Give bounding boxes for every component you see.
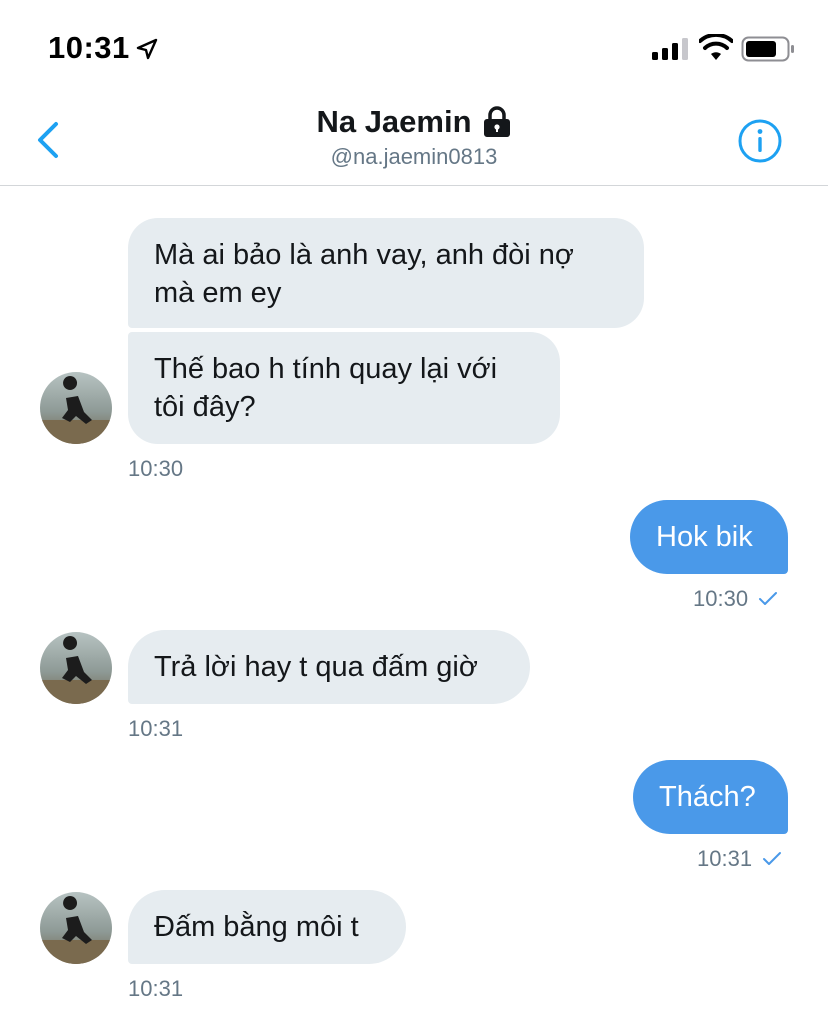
read-check-icon [763,852,782,865]
battery-icon [741,36,794,62]
message-timestamp: 10:30 [128,456,184,481]
conversation-title-block[interactable]: Na Jaemin @na.jaemin0813 [0,104,828,170]
avatar[interactable] [40,892,112,964]
read-check-icon [759,592,778,605]
wifi-icon [699,34,733,60]
message-timestamp: 10:31 [697,846,753,871]
outgoing-message-bubble[interactable]: Hok bik [630,500,788,574]
avatar[interactable] [40,632,112,704]
cellular-signal-icon [652,38,688,60]
incoming-message-bubble[interactable]: Trả lời hay t qua đấm giờ [128,630,530,704]
incoming-message-bubble[interactable]: Mà ai bảo là anh vay, anh đòi nợ mà em e… [128,218,644,328]
message-text: Trả lời hay t qua đấm giờ [154,651,478,683]
contact-name: Na Jaemin [316,104,472,139]
message-timestamp: 10:30 [693,586,749,611]
message-text: Đấm bằng môi t [154,911,359,943]
contact-handle: @na.jaemin0813 [330,144,498,169]
status-bar: 10:31 [0,0,828,96]
location-arrow-icon [136,38,158,60]
message-timestamp: 10:31 [128,976,184,1001]
outgoing-message-bubble[interactable]: Thách? [633,760,788,834]
message-text: Hok bik [656,521,753,553]
message-text: Mà ai bảo là anh vay, anh đòi nợ mà em e… [154,239,574,309]
message-status: 10:31 [697,846,782,872]
message-text: Thế bao h tính quay lại với tôi đây? [154,353,498,423]
info-icon[interactable] [737,118,783,164]
conversation-header: Na Jaemin @na.jaemin0813 [0,96,828,186]
message-status: 10:30 [693,586,778,612]
incoming-message-bubble[interactable]: Đấm bằng môi t [128,890,406,964]
incoming-message-bubble[interactable]: Thế bao h tính quay lại với tôi đây? [128,332,560,444]
lock-icon [483,106,510,137]
message-text: Thách? [659,781,756,813]
avatar[interactable] [40,372,112,444]
message-timestamp: 10:31 [128,716,184,741]
status-time: 10:31 [48,30,130,65]
